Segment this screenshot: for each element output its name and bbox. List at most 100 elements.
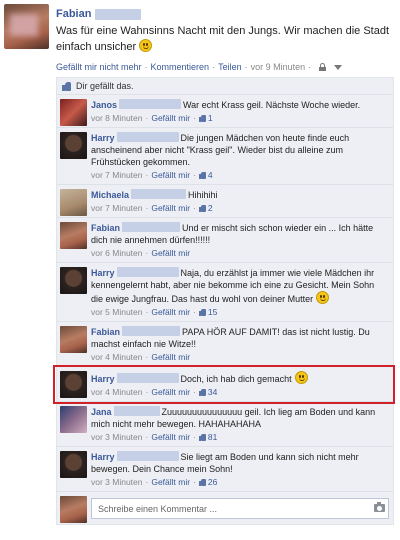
comment-text-line: Jana Zuuuuuuuuuuuuuuu geil. Ich lieg am B… — [91, 406, 387, 430]
likes-text: Dir gefällt das. — [76, 81, 134, 91]
comment-timestamp[interactable]: vor 5 Minuten — [91, 307, 143, 317]
comment-like-link[interactable]: Gefällt mir — [151, 432, 190, 442]
comment-link[interactable]: Kommentieren — [151, 62, 210, 72]
comment-meta: vor 5 Minuten · Gefällt mir · 15 — [91, 307, 218, 317]
comment-like-link[interactable]: Gefällt mir — [151, 307, 190, 317]
comment-timestamp[interactable]: vor 8 Minuten — [91, 113, 143, 123]
smiley-icon — [139, 39, 153, 52]
comment-meta: vor 4 Minuten · Gefällt mir · 34 — [91, 387, 218, 397]
thumbs-up-icon — [198, 309, 207, 316]
comment-text: Doch, ich hab dich gemacht — [180, 374, 292, 384]
comment-avatar[interactable] — [60, 132, 87, 159]
comment-input[interactable] — [91, 498, 389, 519]
comment-avatar[interactable] — [60, 371, 87, 398]
comment-avatar[interactable] — [60, 267, 87, 294]
post-author-row: Fabian — [56, 7, 142, 21]
redacted-surname — [116, 267, 179, 277]
comment-author[interactable]: Harry — [91, 133, 115, 143]
comment-author[interactable]: Michaela — [91, 190, 129, 200]
comment-avatar[interactable] — [60, 326, 87, 353]
comment-text-line: Fabian Und er mischt sich schon wieder ei… — [91, 222, 387, 246]
comment-text-line: Janos War echt Krass geil. Nächste Woche … — [91, 99, 387, 111]
unlike-link[interactable]: Gefällt mir nicht mehr — [56, 62, 142, 72]
comment-row: Michaela Hihihihi vor 7 Minuten · Gefällt mi… — [57, 185, 393, 218]
comment-like-count[interactable]: 1 — [198, 113, 213, 123]
redacted-surname — [116, 373, 179, 383]
thumbs-up-icon — [198, 205, 207, 212]
comment-text-line: Harry Naja, du erzählst ja immer wie viel… — [91, 267, 387, 305]
comment-avatar[interactable] — [60, 222, 87, 249]
camera-icon[interactable] — [374, 502, 385, 512]
comment-row: Fabian PAPA HÖR AUF DAMIT! das ist nicht … — [57, 322, 393, 367]
post-author-name[interactable]: Fabian — [56, 8, 91, 20]
comment-like-link[interactable]: Gefällt mir — [151, 352, 190, 362]
post-text-content: Was für eine Wahnsinns Nacht mit den Jun… — [56, 25, 389, 53]
comment-avatar[interactable] — [60, 99, 87, 126]
comment-text-line: Harry Sie liegt am Boden und kann sich ni… — [91, 451, 387, 475]
comment-like-count[interactable]: 2 — [198, 203, 213, 213]
comment-text-line: Harry Die jungen Mädchen von heute finde … — [91, 132, 387, 168]
comment-meta: vor 3 Minuten · Gefällt mir · 26 — [91, 477, 218, 487]
thumbs-up-icon — [198, 389, 207, 396]
comment-row: Jana Zuuuuuuuuuuuuuuu geil. Ich lieg am B… — [57, 402, 393, 447]
comment-author[interactable]: Harry — [91, 374, 115, 384]
post-timestamp[interactable]: vor 9 Minuten — [251, 62, 306, 72]
comment-like-link[interactable]: Gefällt mir — [151, 477, 190, 487]
comment-meta: vor 6 Minuten · Gefällt mir — [91, 248, 191, 258]
thumbs-up-icon — [198, 479, 207, 486]
comment-author[interactable]: Harry — [91, 268, 115, 278]
comment-timestamp[interactable]: vor 3 Minuten — [91, 477, 143, 487]
comment-like-link[interactable]: Gefällt mir — [151, 387, 190, 397]
comment-like-count[interactable]: 15 — [198, 307, 217, 317]
comment-text-line: Michaela Hihihihi — [91, 189, 387, 201]
comment-meta: vor 8 Minuten · Gefällt mir · 1 — [91, 113, 213, 123]
comment-author[interactable]: Fabian — [91, 223, 120, 233]
comment-like-link[interactable]: Gefällt mir — [151, 170, 190, 180]
like-count-value: 34 — [207, 387, 218, 397]
smiley-icon — [316, 291, 330, 304]
comment-meta: vor 4 Minuten · Gefällt mir — [91, 352, 191, 362]
comment-timestamp[interactable]: vor 3 Minuten — [91, 432, 143, 442]
comment-author[interactable]: Jana — [91, 407, 112, 417]
comment-timestamp[interactable]: vor 4 Minuten — [91, 352, 143, 362]
like-count-value: 81 — [207, 432, 218, 442]
redacted-surname — [122, 222, 181, 232]
redacted-surname — [119, 99, 182, 109]
comment-avatar[interactable] — [60, 189, 87, 216]
comment-author[interactable]: Harry — [91, 452, 115, 462]
comment-like-count[interactable]: 34 — [198, 387, 218, 397]
comment-row: Harry Naja, du erzählst ja immer wie viel… — [57, 263, 393, 322]
comment-timestamp[interactable]: vor 4 Minuten — [91, 387, 143, 397]
comment-text: Hihihihi — [188, 190, 218, 200]
comment-avatar[interactable] — [60, 406, 87, 433]
comment-meta: vor 7 Minuten · Gefällt mir · 2 — [91, 203, 213, 213]
comment-text-line: Fabian PAPA HÖR AUF DAMIT! das ist nicht … — [91, 326, 387, 350]
post-author-avatar[interactable] — [4, 4, 49, 49]
comment-timestamp[interactable]: vor 7 Minuten — [91, 203, 143, 213]
redacted-surname — [131, 189, 187, 199]
comment-like-link[interactable]: Gefällt mir — [151, 248, 190, 258]
thumbs-up-icon — [198, 172, 207, 179]
comment-like-count[interactable]: 81 — [198, 432, 218, 442]
caret-down-icon[interactable] — [334, 64, 343, 70]
comment-avatar[interactable] — [60, 451, 87, 478]
share-link[interactable]: Teilen — [218, 62, 242, 72]
comment-timestamp[interactable]: vor 7 Minuten — [91, 170, 143, 180]
comment-author[interactable]: Janos — [91, 100, 117, 110]
lock-icon[interactable] — [319, 63, 327, 71]
comment-thread: Dir gefällt das. Janos War echt Krass gei… — [56, 77, 394, 525]
redacted-surname — [116, 451, 179, 461]
comment-like-link[interactable]: Gefällt mir — [151, 113, 190, 123]
comment-like-count[interactable]: 26 — [198, 477, 218, 487]
like-count-value: 26 — [207, 477, 218, 487]
comment-meta: vor 3 Minuten · Gefällt mir · 81 — [91, 432, 218, 442]
comment-like-count[interactable]: 4 — [198, 170, 213, 180]
like-count-value: 4 — [207, 170, 213, 180]
comment-timestamp[interactable]: vor 6 Minuten — [91, 248, 143, 258]
comments-list: Janos War echt Krass geil. Nächste Woche … — [57, 95, 393, 492]
smiley-icon — [294, 371, 308, 384]
post-text: Was für eine Wahnsinns Nacht mit den Jun… — [56, 24, 394, 55]
likes-row: Dir gefällt das. — [57, 78, 393, 95]
comment-like-link[interactable]: Gefällt mir — [151, 203, 190, 213]
comment-author[interactable]: Fabian — [91, 327, 120, 337]
